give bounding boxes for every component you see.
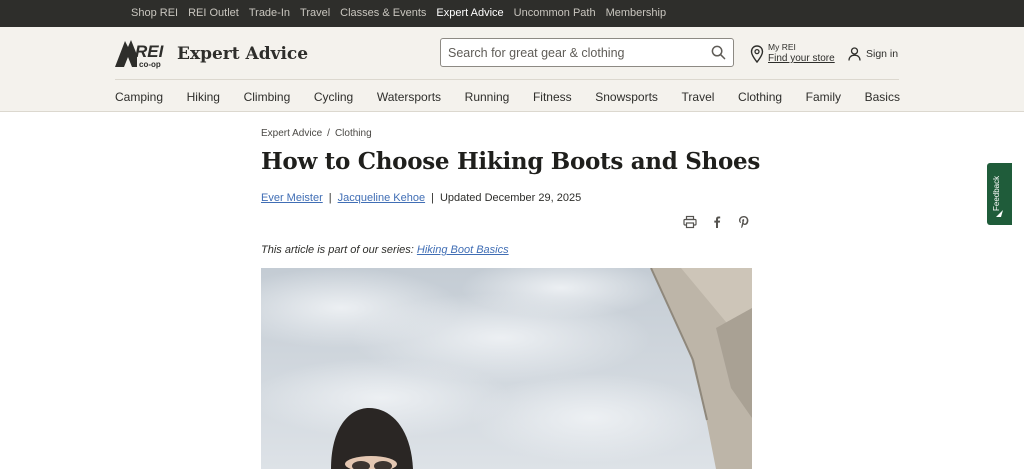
nav-snowsports[interactable]: Snowsports [595,90,658,104]
nav-basics[interactable]: Basics [865,90,900,104]
nav-travel[interactable]: Travel [682,90,715,104]
rei-logo-icon: REI co-op [115,40,165,69]
utility-link-expert-advice[interactable]: Expert Advice [436,0,503,27]
series-text: This article is part of our series: [261,244,417,256]
svg-text:co-op: co-op [139,60,161,69]
updated-date: Updated December 29, 2025 [439,192,582,204]
search-input[interactable] [441,39,701,66]
location-pin-icon [750,45,764,63]
breadcrumb-clothing[interactable]: Clothing [335,128,372,139]
store-label: My REI [768,42,796,52]
page-title: How to Choose Hiking Boots and Shoes [261,148,760,175]
utility-bar: Shop REI REI Outlet Trade-In Travel Clas… [0,0,1024,27]
svg-text:REI: REI [135,42,165,61]
utility-link-membership[interactable]: Membership [606,0,667,27]
series-link[interactable]: Hiking Boot Basics [417,244,509,256]
utility-link-rei-outlet[interactable]: REI Outlet [188,0,239,27]
header-divider [115,79,899,80]
utility-link-uncommon-path[interactable]: Uncommon Path [514,0,596,27]
author-link-1[interactable]: Ever Meister [261,192,323,204]
user-icon [848,47,861,61]
feedback-label: Feedback [992,175,1001,211]
sign-in-label: Sign in [866,48,899,60]
category-nav: Camping Hiking Climbing Cycling Waterspo… [115,86,900,108]
breadcrumb-separator: / [327,128,330,139]
breadcrumb-expert-advice[interactable]: Expert Advice [261,128,322,139]
byline-separator: | [328,192,332,204]
utility-link-trade-in[interactable]: Trade-In [249,0,290,27]
sign-in-button[interactable]: Sign in [848,46,898,62]
nav-watersports[interactable]: Watersports [377,90,441,104]
byline-separator: | [431,192,434,204]
hero-photo [261,268,752,469]
find-store-link[interactable]: Find your store [768,53,835,64]
share-tools [683,215,751,229]
site-header: REI co-op Expert Advice My REI Find your… [0,27,1024,112]
section-title[interactable]: Expert Advice [177,44,308,64]
nav-hiking[interactable]: Hiking [187,90,220,104]
nav-running[interactable]: Running [465,90,510,104]
nav-clothing[interactable]: Clothing [738,90,782,104]
byline: Ever Meister | Jacqueline Kehoe | Updated De… [261,192,581,204]
feedback-tab[interactable]: Feedback [987,163,1012,225]
series-note: This article is part of our series: Hiki… [261,244,509,256]
utility-link-classes-events[interactable]: Classes & Events [340,0,426,27]
print-icon[interactable] [683,215,697,229]
feedback-arrow-icon [996,210,1003,217]
breadcrumb: Expert Advice / Clothing [261,128,372,139]
nav-fitness[interactable]: Fitness [533,90,572,104]
rei-coop-logo[interactable]: REI co-op [115,38,169,70]
search-box[interactable] [440,38,734,67]
nav-climbing[interactable]: Climbing [244,90,291,104]
utility-link-shop-rei[interactable]: Shop REI [131,0,178,27]
nav-camping[interactable]: Camping [115,90,163,104]
search-icon[interactable] [711,45,726,60]
utility-links: Shop REI REI Outlet Trade-In Travel Clas… [131,0,666,27]
nav-cycling[interactable]: Cycling [314,90,353,104]
facebook-icon[interactable] [710,215,724,229]
pinterest-icon[interactable] [737,215,751,229]
nav-family[interactable]: Family [806,90,841,104]
author-link-2[interactable]: Jacqueline Kehoe [338,192,425,204]
utility-link-travel[interactable]: Travel [300,0,330,27]
hero-image [261,268,752,469]
